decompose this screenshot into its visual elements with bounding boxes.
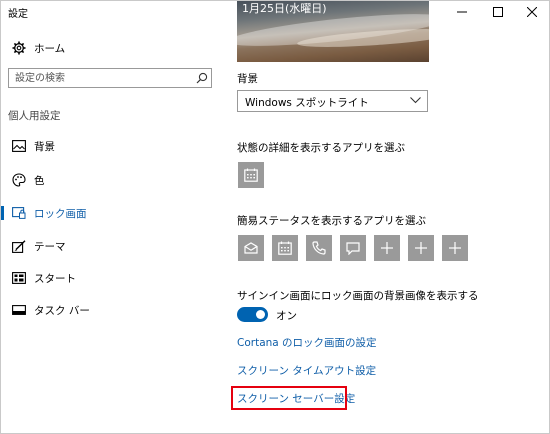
highlight-box (231, 386, 347, 410)
sidebar-item-label: 背景 (34, 140, 55, 153)
search-box[interactable] (8, 68, 212, 88)
section-label: 個人用設定 (8, 110, 61, 122)
quick-status-label: 簡易ステータスを表示するアプリを選ぶ (237, 215, 426, 227)
quick-status-app-tile[interactable] (238, 235, 264, 261)
chevron-down-icon (410, 97, 421, 104)
sidebar-item-theme[interactable]: テーマ (1, 230, 226, 262)
theme-brush-icon (12, 239, 26, 253)
start-icon (12, 271, 26, 285)
background-dropdown-value: Windows スポットライト (245, 97, 369, 109)
sidebar-item-label: テーマ (34, 240, 66, 253)
lock-screen-icon (12, 206, 26, 220)
quick-status-app-tile[interactable] (340, 235, 366, 261)
add-app-tile[interactable] (442, 235, 468, 261)
signin-background-label: サインイン画面にロック画面の背景画像を表示する (237, 290, 479, 302)
sidebar-item-taskbar[interactable]: タスク バー (1, 294, 226, 326)
cortana-lock-settings-link[interactable]: Cortana のロック画面の設定 (237, 335, 377, 350)
sidebar-item-label: スタート (34, 272, 76, 285)
selection-indicator (1, 206, 4, 220)
background-dropdown[interactable]: Windows スポットライト (237, 90, 428, 112)
screen-timeout-link[interactable]: スクリーン タイムアウト設定 (237, 363, 376, 378)
calendar-icon (244, 168, 258, 182)
search-icon[interactable] (196, 72, 208, 84)
plus-icon (381, 242, 393, 254)
calendar-icon (278, 241, 292, 255)
mail-icon (244, 242, 258, 254)
lock-screen-preview: 1月25日(水曜日) (237, 1, 429, 62)
sidebar-item-label: タスク バー (34, 304, 90, 317)
background-label: 背景 (237, 73, 258, 85)
settings-window: 設定 ホーム 個人用設定 背景 (0, 0, 550, 434)
add-app-tile[interactable] (374, 235, 400, 261)
sidebar-item-lock-screen[interactable]: ロック画面 (1, 197, 226, 229)
toggle-state-label: オン (276, 310, 297, 322)
sidebar-item-label: 色 (34, 174, 45, 187)
sidebar-home-label: ホーム (34, 42, 66, 55)
quick-status-app-tile[interactable] (306, 235, 332, 261)
quick-status-app-tile[interactable] (272, 235, 298, 261)
window-title: 設定 (8, 9, 28, 20)
search-input[interactable] (9, 69, 195, 87)
detailed-status-label: 状態の詳細を表示するアプリを選ぶ (237, 142, 405, 154)
sidebar-item-home[interactable]: ホーム (1, 32, 226, 64)
preview-date: 1月25日(水曜日) (242, 2, 327, 15)
plus-icon (415, 242, 427, 254)
gear-icon (12, 41, 26, 55)
palette-icon (12, 173, 26, 187)
phone-icon (312, 241, 326, 255)
signin-background-toggle[interactable] (237, 307, 268, 322)
message-icon (346, 241, 360, 255)
main-content: 1月25日(水曜日) 背景 Windows スポットライト 状態の詳細を表示する… (226, 1, 549, 433)
picture-icon (12, 139, 26, 153)
sidebar-item-background[interactable]: 背景 (1, 130, 226, 162)
sidebar-item-label: ロック画面 (34, 207, 87, 220)
sidebar-item-start[interactable]: スタート (1, 262, 226, 294)
add-app-tile[interactable] (408, 235, 434, 261)
sidebar: ホーム 個人用設定 背景 色 ロック画面 (1, 23, 226, 433)
sidebar-item-color[interactable]: 色 (1, 164, 226, 196)
taskbar-icon (12, 303, 26, 317)
plus-icon (449, 242, 461, 254)
toggle-knob (256, 310, 265, 319)
detailed-status-app-tile[interactable] (238, 162, 264, 188)
